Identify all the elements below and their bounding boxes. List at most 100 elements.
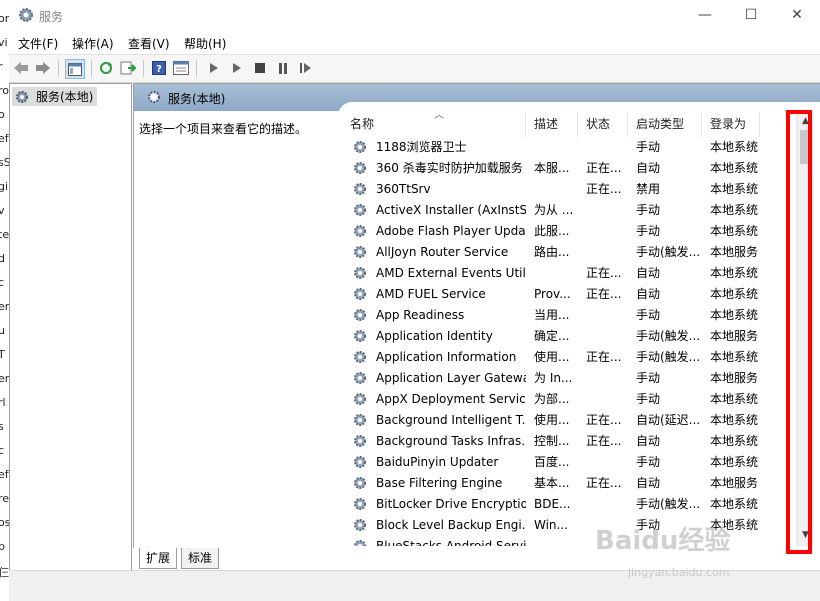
table-row[interactable]: Background Intelligent T... 使用... 正在... 自动(… — [342, 410, 797, 431]
column-header-desc[interactable]: 描述 — [526, 112, 578, 137]
cell-logon: 本地系统 — [710, 224, 759, 238]
cell-logon: 本地服务 — [710, 329, 759, 343]
column-header-status[interactable]: 状态 — [578, 112, 628, 137]
help-icon[interactable]: ? — [150, 59, 168, 77]
cell-startup: 手动 — [636, 308, 661, 322]
gear-icon — [354, 267, 366, 279]
cell-logon: 本地服务 — [710, 476, 759, 490]
maximize-button[interactable]: ☐ — [728, 0, 774, 30]
services-window: 服务 — ☐ ✕ 文件(F) 操作(A) 查看(V) 帮助(H) ? 服务(本地… — [9, 0, 820, 601]
toolbar-separator — [91, 60, 92, 77]
gear-icon — [354, 141, 366, 153]
table-row[interactable]: Base Filtering Engine 基本... 正在... 自动 本地服务 — [342, 473, 797, 494]
cell-name: AMD External Events Utility — [376, 266, 526, 280]
menu-action[interactable]: 操作(A) — [72, 35, 114, 52]
background-text-fragment: te — [0, 228, 10, 241]
menu-help[interactable]: 帮助(H) — [184, 35, 226, 52]
properties-icon[interactable] — [172, 59, 190, 77]
cell-startup: 手动 — [636, 392, 661, 406]
column-header-logon[interactable]: 登录为 — [702, 112, 760, 137]
services-list: 名称 ︿ 描述 状态 启动类型 登录为 1188浏览器卫士 手动 本地系统 360 杀… — [342, 112, 797, 546]
cell-name: ActiveX Installer (AxInstSV) — [376, 203, 526, 217]
gear-icon — [354, 162, 366, 174]
restart-icon[interactable] — [297, 59, 315, 77]
table-row[interactable]: ActiveX Installer (AxInstSV) 为从 ... 手动 本地系统 — [342, 200, 797, 221]
cell-logon: 本地系统 — [710, 161, 759, 175]
table-row[interactable]: AllJoyn Router Service 路由... 手动(触发... 本地服务 — [342, 242, 797, 263]
cell-startup: 自动(延迟... — [636, 413, 701, 427]
console-tree: 服务(本地) — [9, 83, 132, 572]
cell-name: Application Layer Gatewa... — [376, 371, 526, 385]
sort-arrow-icon: ︿ — [434, 112, 444, 121]
background-text-fragment: rl — [0, 396, 6, 409]
table-row[interactable]: Application Information 使用... 正在... 手动(触发..… — [342, 347, 797, 368]
background-text-fragment: s — [0, 420, 4, 433]
background-text-fragment: d — [0, 252, 5, 265]
start-paused-icon[interactable] — [228, 59, 246, 77]
title-bar: 服务 — ☐ ✕ — [9, 0, 820, 32]
table-row[interactable]: 360TtSrv 正在... 禁用 本地系统 — [342, 179, 797, 200]
start-icon[interactable] — [205, 59, 223, 77]
cell-startup: 手动(触发... — [636, 245, 701, 259]
table-row[interactable]: App Readiness 当用... 手动 本地系统 — [342, 305, 797, 326]
cell-logon: 本地系统 — [710, 203, 759, 217]
cell-desc: 百度... — [534, 455, 570, 469]
column-header-startup[interactable]: 启动类型 — [628, 112, 702, 137]
cell-name: Adobe Flash Player Upda... — [376, 224, 526, 238]
table-row[interactable]: AMD FUEL Service Prov... 正在... 自动 本地系统 — [342, 284, 797, 305]
cell-name: BaiduPinyin Updater — [376, 455, 499, 469]
back-icon[interactable] — [12, 59, 30, 77]
cell-logon: 本地系统 — [710, 497, 759, 511]
menu-view[interactable]: 查看(V) — [128, 35, 170, 52]
background-text-fragment: gi — [0, 180, 9, 193]
background-text-fragment: o — [0, 108, 5, 121]
watermark-url: jingyan.baidu.com — [628, 566, 730, 579]
table-row[interactable]: AMD External Events Utility 正在... 自动 本地系统 — [342, 263, 797, 284]
toolbar-separator — [58, 60, 59, 77]
cell-logon: 本地系统 — [710, 350, 759, 364]
background-text-fragment: vi — [0, 36, 8, 49]
table-row[interactable]: Application Identity 确定... 手动(触发... 本地服务 — [342, 326, 797, 347]
cell-name: Background Intelligent T... — [376, 413, 526, 427]
stop-icon[interactable] — [251, 59, 269, 77]
console-tree-icon[interactable] — [65, 59, 85, 79]
tree-item-services-local[interactable]: 服务(本地) — [12, 87, 98, 106]
forward-icon[interactable] — [34, 59, 52, 77]
menu-bar: 文件(F) 操作(A) 查看(V) 帮助(H) — [9, 32, 820, 54]
cell-startup: 手动 — [636, 203, 661, 217]
gear-icon — [354, 351, 366, 363]
tab-standard[interactable]: 标准 — [181, 548, 220, 569]
cell-startup: 手动(触发... — [636, 329, 701, 343]
close-button[interactable]: ✕ — [774, 0, 820, 30]
table-row[interactable]: Background Tasks Infras... 控制... 正在... 自动 本地… — [342, 431, 797, 452]
cell-name: Block Level Backup Engi... — [376, 518, 526, 532]
minimize-button[interactable]: — — [682, 0, 728, 30]
gear-icon — [354, 414, 366, 426]
cell-status: 正在... — [586, 434, 622, 448]
background-text-fragment: c — [0, 276, 4, 289]
table-row[interactable]: 1188浏览器卫士 手动 本地系统 — [342, 137, 797, 158]
table-row[interactable]: BaiduPinyin Updater 百度... 手动 本地系统 — [342, 452, 797, 473]
table-row[interactable]: Adobe Flash Player Upda... 此服... 手动 本地系统 — [342, 221, 797, 242]
window-title: 服务 — [39, 10, 64, 24]
table-row[interactable]: AppX Deployment Servic... 为部... 手动 本地系统 — [342, 389, 797, 410]
cell-name: Base Filtering Engine — [376, 476, 503, 490]
table-row[interactable]: BitLocker Drive Encryptio... BDE... 手动(触发.… — [342, 494, 797, 515]
pause-icon[interactable] — [274, 59, 292, 77]
cell-name: AllJoyn Router Service — [376, 245, 509, 259]
gear-icon — [354, 183, 366, 195]
cell-startup: 自动 — [636, 161, 661, 175]
cell-startup: 自动 — [636, 434, 661, 448]
gear-icon — [354, 477, 366, 489]
refresh-icon[interactable] — [97, 59, 115, 77]
cell-status: 正在... — [586, 350, 622, 364]
cell-name: BlueStacks Android Servi... — [376, 539, 526, 546]
gear-icon — [354, 288, 366, 300]
table-row[interactable]: 360 杀毒实时防护加载服务 本服... 正在... 自动 本地系统 — [342, 158, 797, 179]
menu-file[interactable]: 文件(F) — [18, 35, 58, 52]
export-icon[interactable] — [119, 59, 137, 77]
table-row[interactable]: Application Layer Gatewa... 为 In... 手动 本地服务 — [342, 368, 797, 389]
cell-desc: 确定... — [534, 329, 570, 343]
tab-extended[interactable]: 扩展 — [139, 548, 178, 569]
cell-desc: BDE... — [534, 497, 571, 511]
